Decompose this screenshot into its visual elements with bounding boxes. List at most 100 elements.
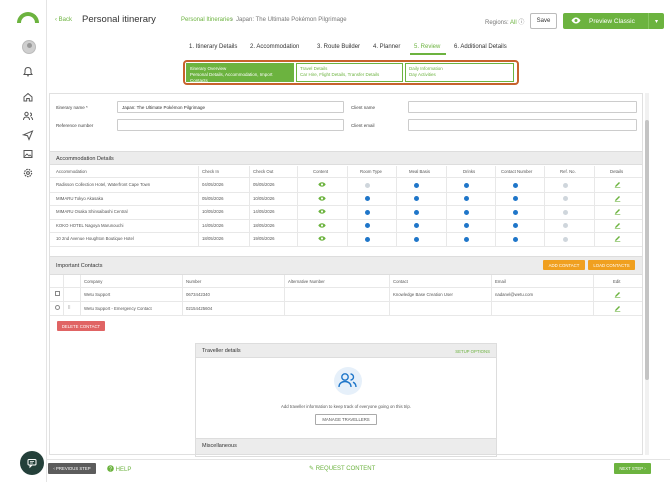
edit-pencil-icon[interactable] — [614, 195, 621, 202]
preview-classic-button[interactable]: Preview Classic ▾ — [563, 13, 664, 29]
status-dot — [513, 209, 518, 215]
subtab-daily-information[interactable]: Daily Information Day Activities — [405, 63, 514, 82]
regions-value: All — [510, 20, 517, 26]
content-eye-icon[interactable] — [318, 222, 326, 228]
eye-icon — [571, 17, 581, 24]
client-email-input[interactable] — [408, 119, 637, 131]
accommodation-name: Radisson Collection Hotel, Waterfront Ca… — [56, 182, 151, 187]
step-review[interactable]: 5. Review — [414, 44, 440, 50]
users-icon[interactable] — [22, 110, 34, 122]
edit-pencil-icon[interactable] — [614, 291, 621, 298]
add-contact-button[interactable]: ADD CONTACT — [543, 260, 585, 270]
gear-icon[interactable] — [22, 167, 34, 179]
col-drinks: Drinks — [463, 169, 476, 174]
brand-logo[interactable] — [17, 12, 39, 23]
status-dot — [365, 223, 370, 228]
send-icon[interactable] — [21, 129, 34, 141]
contact-number: 02154425604 — [186, 306, 213, 311]
contact-number: 0673442340 — [186, 292, 210, 297]
contact-email: nadanel@wetu.com — [495, 292, 534, 297]
help-link[interactable]: ? HELP — [107, 465, 131, 473]
col-meal-basis: Meal Basis — [409, 169, 431, 174]
status-dot — [464, 209, 469, 215]
status-dot — [563, 209, 568, 215]
content-eye-icon[interactable] — [318, 236, 326, 241]
step-accommodation[interactable]: 2. Accommodation — [250, 44, 299, 50]
check-in-date: 18/05/2026 — [202, 236, 224, 241]
previous-step-button[interactable]: ‹ PREVIOUS STEP — [48, 463, 96, 474]
travellers-icon — [334, 367, 362, 395]
help-label: HELP — [115, 467, 132, 473]
col-number: Number — [186, 279, 202, 284]
breadcrumb-separator: › — [231, 17, 233, 23]
step-planner[interactable]: 4. Planner — [373, 44, 400, 50]
back-label: Back — [58, 17, 73, 23]
chevron-down-icon[interactable]: ▾ — [648, 13, 664, 29]
request-label: REQUEST CONTENT — [315, 466, 376, 472]
col-details: Details — [610, 169, 624, 174]
col-contact: Contact — [393, 279, 408, 284]
client-name-input[interactable] — [408, 101, 637, 113]
edit-pencil-icon[interactable] — [614, 181, 621, 188]
col-room-type: Room Type — [360, 169, 382, 174]
home-icon[interactable] — [22, 91, 34, 103]
edit-pencil-icon[interactable] — [614, 222, 621, 229]
client-name-label: Client name — [351, 105, 376, 110]
bell-icon[interactable] — [22, 66, 34, 78]
avatar[interactable] — [22, 40, 36, 54]
content-eye-icon[interactable] — [318, 182, 326, 187]
check-in-date: 14/05/2026 — [202, 222, 224, 228]
miscellaneous-header[interactable]: Miscellaneous — [195, 438, 497, 455]
next-step-button[interactable]: NEXT STEP › — [614, 463, 651, 474]
check-in-date: 04/05/2026 — [202, 182, 224, 187]
subtab-travel-details[interactable]: Travel Details Car Hire, Flight Details,… — [296, 63, 403, 82]
breadcrumb-parent[interactable]: Personal Itineraries — [181, 17, 233, 23]
load-contacts-button[interactable]: LOAD CONTACTS — [588, 260, 635, 270]
edit-pencil-icon[interactable] — [614, 208, 621, 215]
contact-checkbox[interactable] — [55, 291, 60, 296]
status-dot — [365, 196, 370, 201]
info-icon: ⓘ — [518, 20, 525, 26]
status-dot — [414, 196, 419, 201]
content-eye-icon[interactable] — [318, 195, 326, 201]
reference-input[interactable] — [117, 119, 344, 131]
subtab-desc: Car Hire, Flight Details, Transfer Detai… — [300, 72, 380, 78]
step-itinerary-details[interactable]: 1. Itinerary Details — [189, 44, 237, 50]
request-content-link[interactable]: ✎ REQUEST CONTENT — [309, 465, 375, 472]
col-ref-no: Ref. No. — [560, 169, 576, 174]
status-dot — [365, 236, 370, 242]
chat-button[interactable] — [20, 451, 44, 475]
status-dot — [563, 223, 568, 228]
edit-pencil-icon[interactable] — [614, 235, 621, 242]
step-additional-details[interactable]: 6. Additional Details — [454, 44, 507, 50]
regions-selector[interactable]: Regions: All ⓘ — [485, 17, 524, 26]
itinerary-name-label: Itinerary name * — [56, 105, 88, 110]
save-button[interactable]: Save — [530, 13, 557, 29]
content-eye-icon[interactable] — [318, 209, 326, 214]
delete-contact-button[interactable]: DELETE CONTACT — [57, 321, 105, 331]
check-out-date: 19/05/2026 — [253, 236, 275, 241]
edit-pencil-icon[interactable] — [614, 305, 621, 312]
contact-radio[interactable] — [55, 305, 60, 310]
footer-bar: ‹ PREVIOUS STEP ? HELP ✎ REQUEST CONTENT… — [47, 459, 670, 482]
pencil-icon: ✎ — [309, 466, 315, 472]
client-email-label: Client email — [351, 123, 375, 128]
drag-handle-icon[interactable]: ⁞⁞ — [68, 305, 70, 310]
subtab-desc: Day Activities — [409, 72, 436, 78]
step-route-builder[interactable]: 3. Route Builder — [317, 44, 360, 50]
setup-options-link[interactable]: SETUP OPTIONS — [455, 349, 490, 354]
status-dot — [414, 209, 419, 215]
image-icon[interactable] — [22, 148, 34, 160]
status-dot — [464, 223, 469, 228]
status-dot — [365, 182, 370, 188]
col-content: Content — [313, 169, 329, 174]
check-in-date: 10/05/2026 — [202, 209, 224, 214]
subtab-itinerary-overview[interactable]: Itinerary Overview Personal Details, Acc… — [186, 63, 294, 83]
scrollbar-thumb[interactable] — [645, 120, 649, 380]
status-dot — [513, 182, 518, 188]
manage-travellers-button[interactable]: MANAGE TRAVELLERS — [315, 414, 377, 425]
col-email: Email — [495, 279, 506, 284]
itinerary-name-input[interactable]: Japan: The Ultimate Pokémon Pilgrimage — [117, 101, 344, 113]
back-link[interactable]: ‹ Back — [55, 17, 72, 23]
col-contact-number: Contact Number — [501, 169, 533, 174]
